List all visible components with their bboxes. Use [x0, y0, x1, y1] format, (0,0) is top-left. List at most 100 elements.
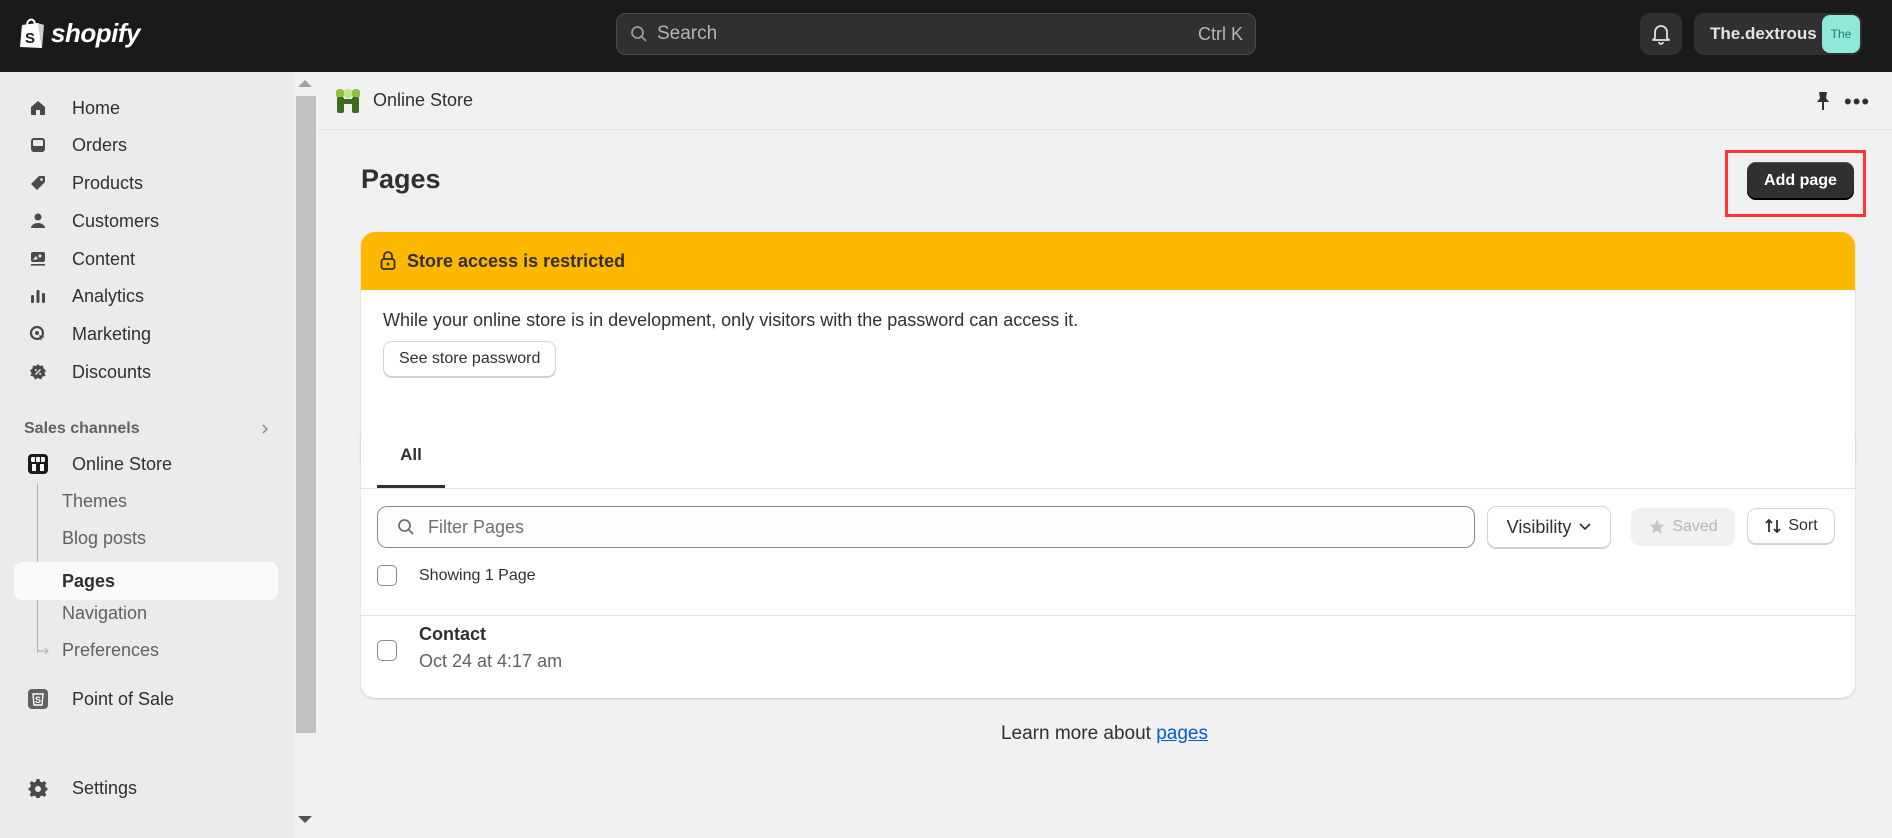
user-name: The.dextrous: [1710, 24, 1817, 43]
sidebar-item-label: Blog posts: [62, 527, 147, 548]
brand-name: shopify: [51, 17, 140, 48]
divider: [361, 488, 1855, 489]
learn-more-text: Learn more about pages: [317, 723, 1892, 745]
online-store-app-icon: [336, 88, 360, 113]
add-page-button[interactable]: Add page: [1747, 162, 1854, 200]
sidebar-item-label: Point of Sale: [72, 688, 175, 709]
select-all-checkbox[interactable]: [377, 565, 397, 586]
tab-all[interactable]: All: [377, 424, 445, 488]
inbox-icon: [26, 133, 50, 157]
sidebar-item-label: Orders: [72, 134, 128, 155]
filter-placeholder: Filter Pages: [428, 516, 525, 537]
visibility-label: Visibility: [1506, 516, 1572, 537]
learn-more-prefix: Learn more about: [1000, 723, 1157, 744]
sidebar-item-label: Analytics: [72, 285, 145, 306]
select-all-row: Showing 1 Page: [377, 565, 536, 586]
sidebar-item-navigation[interactable]: Navigation: [14, 595, 278, 631]
scroll-down-arrow-icon[interactable]: [298, 816, 312, 823]
sidebar-item-label: Content: [72, 248, 136, 269]
sidebar-item-orders[interactable]: Orders: [14, 127, 278, 163]
gear-icon: [26, 776, 50, 800]
sort-label: Sort: [1788, 517, 1818, 534]
main-content: Online Store ••• Pages Add page Store ac…: [317, 72, 1892, 838]
sidebar-item-customers[interactable]: Customers: [14, 203, 278, 239]
search-icon: [398, 519, 414, 535]
sales-channels-label: Sales channels: [24, 420, 140, 437]
sidebar-item-content[interactable]: Content: [14, 241, 278, 277]
person-icon: [26, 209, 50, 233]
bell-icon: [1652, 25, 1670, 45]
sidebar-item-label: Customers: [72, 210, 160, 231]
banner-header: Store access is restricted: [361, 232, 1855, 290]
shopify-bag-icon: S: [20, 18, 44, 48]
chevron-right-icon: [262, 424, 269, 434]
sidebar-item-home[interactable]: Home: [14, 90, 278, 126]
page-title-cell[interactable]: Contact: [419, 624, 562, 645]
chevron-down-icon: [1579, 523, 1591, 531]
tag-icon: [26, 171, 50, 195]
global-search-input[interactable]: Search Ctrl K: [616, 13, 1256, 55]
divider: [361, 615, 1855, 616]
pin-icon[interactable]: [1814, 90, 1832, 112]
home-icon: [26, 96, 50, 120]
svg-text:S: S: [25, 30, 35, 47]
pages-help-link[interactable]: pages: [1156, 723, 1208, 744]
table-row[interactable]: Contact Oct 24 at 4:17 am: [377, 624, 562, 672]
shopify-logo[interactable]: S shopify: [18, 16, 140, 50]
sidebar: Home Orders Products Customers Content A…: [0, 72, 294, 838]
discount-icon: [26, 360, 50, 384]
sidebar-item-preferences[interactable]: Preferences: [14, 632, 278, 668]
sidebar-item-label: Pages: [62, 570, 116, 591]
svg-text:S: S: [35, 695, 41, 705]
bar-chart-icon: [26, 284, 50, 308]
app-title: Online Store: [373, 90, 474, 110]
sidebar-item-analytics[interactable]: Analytics: [14, 278, 278, 314]
row-checkbox[interactable]: [377, 639, 397, 661]
star-icon: [1649, 519, 1665, 534]
user-menu-button[interactable]: The.dextrous The: [1694, 13, 1862, 55]
app-header: Online Store •••: [317, 72, 1892, 130]
top-bar: S shopify Search Ctrl K The.dextrous The: [0, 0, 1892, 72]
scrollbar-thumb[interactable]: [296, 96, 316, 733]
sidebar-item-settings[interactable]: Settings: [14, 770, 278, 806]
search-placeholder: Search: [657, 23, 718, 44]
saved-label: Saved: [1672, 518, 1718, 535]
sidebar-item-label: Preferences: [62, 639, 160, 660]
sidebar-item-blog-posts[interactable]: Blog posts: [14, 520, 278, 556]
pos-icon: S: [26, 687, 50, 711]
sort-button[interactable]: Sort: [1747, 508, 1835, 544]
sidebar-item-online-store[interactable]: Online Store: [14, 446, 278, 482]
page-title: Pages: [361, 164, 441, 194]
notifications-button[interactable]: [1640, 13, 1682, 55]
banner-text: While your online store is in developmen…: [383, 310, 1079, 330]
banner-title: Store access is restricted: [407, 250, 626, 271]
sidebar-item-label: Discounts: [72, 361, 152, 382]
image-icon: [26, 247, 50, 271]
visibility-dropdown[interactable]: Visibility: [1487, 506, 1611, 548]
pages-list-card: All Filter Pages Visibility Saved Sort S…: [361, 424, 1855, 698]
sidebar-item-products[interactable]: Products: [14, 165, 278, 201]
storefront-icon: [26, 452, 50, 476]
search-shortcut: Ctrl K: [1198, 23, 1243, 44]
sidebar-item-label: Online Store: [72, 453, 173, 474]
avatar: The: [1822, 15, 1860, 53]
sidebar-item-label: Navigation: [62, 602, 148, 623]
page-date-cell: Oct 24 at 4:17 am: [419, 651, 563, 671]
saved-button[interactable]: Saved: [1631, 508, 1735, 546]
lock-icon: [380, 251, 396, 270]
search-icon: [631, 26, 647, 42]
target-icon: [26, 322, 50, 346]
sidebar-item-marketing[interactable]: Marketing: [14, 316, 278, 352]
showing-count: Showing 1 Page: [419, 566, 536, 584]
filter-pages-input[interactable]: Filter Pages: [377, 506, 1475, 548]
sales-channels-header[interactable]: Sales channels: [24, 420, 270, 438]
more-actions-icon[interactable]: •••: [1844, 89, 1870, 115]
see-store-password-button[interactable]: See store password: [383, 341, 557, 377]
sidebar-item-point-of-sale[interactable]: S Point of Sale: [14, 681, 278, 717]
sidebar-item-discounts[interactable]: Discounts: [14, 354, 278, 390]
sidebar-item-label: Themes: [62, 490, 128, 511]
sidebar-item-label: Products: [72, 172, 144, 193]
sidebar-item-label: Marketing: [72, 323, 152, 344]
scroll-up-arrow-icon[interactable]: [298, 80, 312, 87]
sidebar-item-themes[interactable]: Themes: [14, 483, 278, 519]
